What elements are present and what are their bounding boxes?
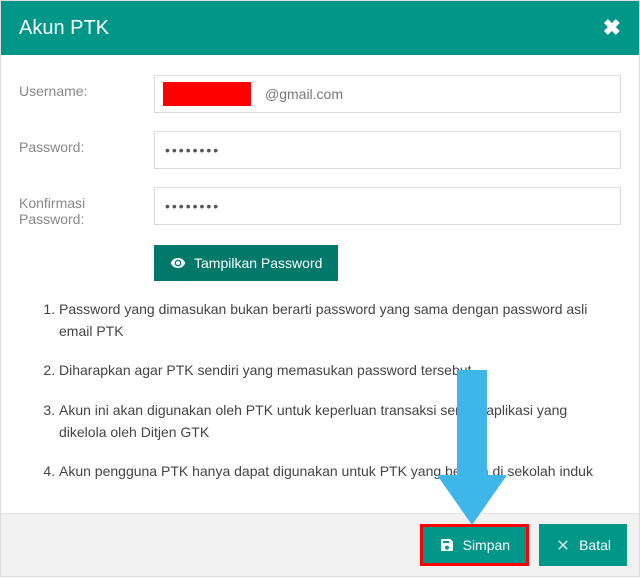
note-item: Akun pengguna PTK hanya dapat digunakan … xyxy=(59,461,621,483)
close-icon[interactable]: ✖ xyxy=(603,15,621,41)
modal-title: Akun PTK xyxy=(19,17,109,40)
note-item: Password yang dimasukan bukan berarti pa… xyxy=(59,299,621,342)
cancel-button[interactable]: Batal xyxy=(539,524,627,566)
highlight-annotation: Simpan xyxy=(420,524,529,566)
note-item: Akun ini akan digunakan oleh PTK untuk k… xyxy=(59,400,621,443)
modal-dialog: Akun PTK ✖ Username: @gmail.com Password… xyxy=(0,0,640,577)
save-button[interactable]: Simpan xyxy=(423,527,526,563)
modal-body: Username: @gmail.com Password: Konfirmas… xyxy=(1,55,639,513)
username-field[interactable]: @gmail.com xyxy=(154,75,621,113)
x-icon xyxy=(555,537,571,553)
show-password-button[interactable]: Tampilkan Password xyxy=(154,245,338,281)
eye-icon xyxy=(170,255,186,271)
note-item: Diharapkan agar PTK sendiri yang memasuk… xyxy=(59,360,621,382)
save-label: Simpan xyxy=(463,537,510,553)
redacted-block xyxy=(163,82,251,106)
notes-list: Password yang dimasukan bukan berarti pa… xyxy=(19,299,621,483)
cancel-label: Batal xyxy=(579,537,611,553)
save-icon xyxy=(439,537,455,553)
row-username: Username: @gmail.com xyxy=(19,75,621,113)
row-confirm-password: Konfirmasi Password: xyxy=(19,187,621,227)
password-label: Password: xyxy=(19,131,154,155)
row-show-password: Tampilkan Password xyxy=(19,245,621,281)
confirm-password-label: Konfirmasi Password: xyxy=(19,187,154,227)
username-label: Username: xyxy=(19,75,154,99)
modal-header: Akun PTK ✖ xyxy=(1,1,639,55)
row-password: Password: xyxy=(19,131,621,169)
modal-footer: Simpan Batal xyxy=(1,513,639,576)
show-password-label: Tampilkan Password xyxy=(194,255,322,271)
username-suffix: @gmail.com xyxy=(265,86,343,102)
password-field[interactable] xyxy=(154,131,621,169)
confirm-password-field[interactable] xyxy=(154,187,621,225)
